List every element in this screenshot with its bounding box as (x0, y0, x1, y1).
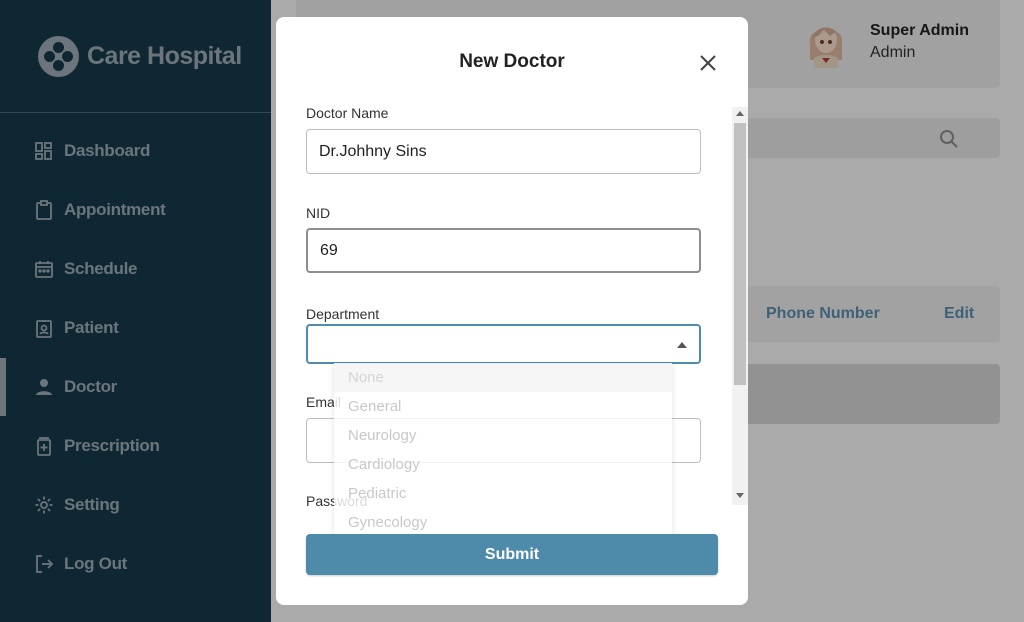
dropdown-option-general[interactable]: General (334, 392, 672, 421)
dropdown-option-pediatric[interactable]: Pediatric (334, 479, 672, 508)
dropdown-option-neurology[interactable]: Neurology (334, 421, 672, 450)
dropdown-option-none[interactable]: None (334, 363, 672, 392)
close-icon[interactable] (696, 51, 720, 75)
doctor-name-field[interactable]: Dr.Johhny Sins (306, 129, 701, 174)
nid-field[interactable]: 69 (306, 228, 701, 273)
scrollbar-thumb[interactable] (734, 123, 746, 385)
modal-title: New Doctor (459, 51, 565, 72)
nid-label: NID (306, 205, 331, 221)
department-label: Department (306, 306, 380, 322)
scroll-down-arrow-icon[interactable] (736, 493, 744, 498)
caret-up-icon (677, 342, 687, 348)
doctor-name-label: Doctor Name (306, 105, 389, 121)
department-select[interactable] (306, 324, 701, 364)
department-dropdown: None General Neurology Cardiology Pediat… (334, 363, 672, 543)
dropdown-option-cardiology[interactable]: Cardiology (334, 450, 672, 479)
scroll-up-arrow-icon[interactable] (736, 111, 744, 116)
submit-button[interactable]: Submit (306, 534, 718, 575)
dropdown-option-gynecology[interactable]: Gynecology (334, 508, 672, 537)
